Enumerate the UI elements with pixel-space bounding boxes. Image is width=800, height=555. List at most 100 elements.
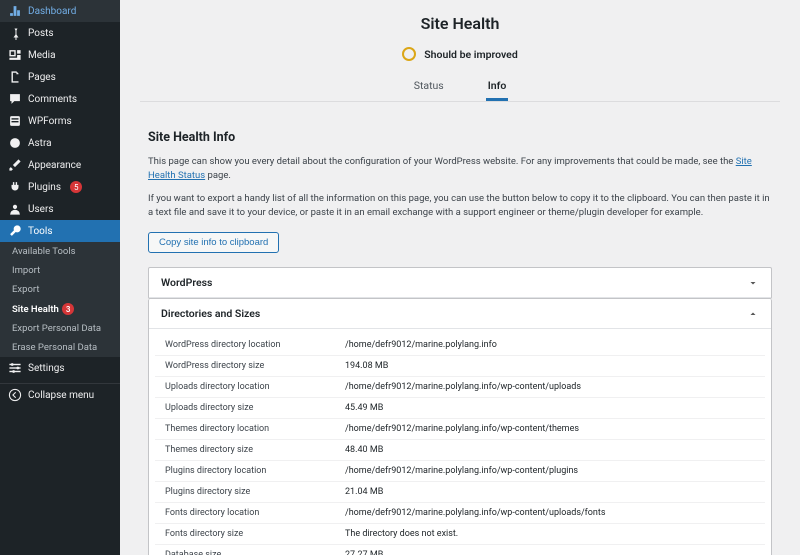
sidebar-item-label: Posts — [28, 28, 54, 39]
wpforms-icon — [8, 114, 22, 128]
status-indicator-icon — [402, 47, 416, 61]
user-icon — [8, 202, 22, 216]
collapse-icon — [8, 388, 22, 402]
info-value: 45.49 MB — [335, 398, 765, 419]
submenu-item[interactable]: Site Health3 — [0, 299, 120, 319]
info-value: /home/defr9012/marine.polylang.info — [335, 335, 765, 356]
media-icon — [8, 48, 22, 62]
tabs: Status Info — [140, 73, 780, 102]
sidebar-item-dashboard[interactable]: Dashboard — [0, 0, 120, 22]
accordion-header-directories[interactable]: Directories and Sizes — [149, 299, 771, 329]
sidebar-item-label: Astra — [28, 138, 52, 149]
tools-submenu: Available ToolsImportExportSite Health3E… — [0, 242, 120, 357]
table-row: Uploads directory location/home/defr9012… — [155, 377, 765, 398]
sidebar-item-label: Media — [28, 50, 56, 61]
main-content: Site Health Should be improved Status In… — [120, 0, 800, 555]
info-key: Themes directory location — [155, 419, 335, 440]
accordion-directories: Directories and Sizes WordPress director… — [148, 299, 772, 555]
submenu-item[interactable]: Erase Personal Data — [0, 338, 120, 357]
table-row: Fonts directory sizeThe directory does n… — [155, 524, 765, 545]
info-key: WordPress directory location — [155, 335, 335, 356]
sidebar-item-label: Plugins — [28, 182, 61, 193]
sidebar-item-label: Collapse menu — [28, 390, 94, 401]
sidebar-item-label: Appearance — [28, 160, 81, 171]
info-key: Fonts directory size — [155, 524, 335, 545]
sidebar-item-comments[interactable]: Comments — [0, 88, 120, 110]
sidebar-item-tools[interactable]: Tools — [0, 220, 120, 242]
status-label: Should be improved — [424, 48, 518, 61]
pin-icon — [8, 26, 22, 40]
info-key: Plugins directory size — [155, 482, 335, 503]
info-value: /home/defr9012/marine.polylang.info/wp-c… — [335, 461, 765, 482]
info-key: WordPress directory size — [155, 356, 335, 377]
sidebar-item-label: Pages — [28, 72, 56, 83]
info-value: /home/defr9012/marine.polylang.info/wp-c… — [335, 503, 765, 524]
table-row: WordPress directory location/home/defr90… — [155, 335, 765, 356]
sidebar-item-astra[interactable]: Astra — [0, 132, 120, 154]
info-value: The directory does not exist. — [335, 524, 765, 545]
sidebar-item-label: Users — [28, 204, 54, 215]
intro-paragraph-1: This page can show you every detail abou… — [148, 155, 772, 184]
table-row: Themes directory size48.40 MB — [155, 440, 765, 461]
sidebar-item-plugins[interactable]: Plugins 5 — [0, 176, 120, 198]
table-row: Uploads directory size45.49 MB — [155, 398, 765, 419]
sidebar-item-users[interactable]: Users — [0, 198, 120, 220]
sidebar-item-label: Comments — [28, 94, 77, 105]
info-key: Plugins directory location — [155, 461, 335, 482]
info-value: /home/defr9012/marine.polylang.info/wp-c… — [335, 377, 765, 398]
accordion-wordpress: WordPress — [148, 267, 772, 299]
sidebar-item-appearance[interactable]: Appearance — [0, 154, 120, 176]
dashboard-icon — [8, 4, 22, 18]
section-heading: Site Health Info — [148, 130, 772, 145]
content-body: Site Health Info This page can show you … — [140, 112, 780, 555]
sidebar-item-label: WPForms — [28, 116, 72, 127]
sidebar-item-collapse[interactable]: Collapse menu — [0, 383, 120, 406]
accordion-body-directories: WordPress directory location/home/defr90… — [149, 329, 771, 555]
sidebar-badge: 3 — [62, 303, 75, 315]
accordion-header-wordpress[interactable]: WordPress — [149, 268, 771, 298]
submenu-item[interactable]: Export — [0, 280, 120, 299]
sidebar-badge: 5 — [70, 181, 83, 193]
settings-icon — [8, 361, 22, 375]
submenu-item[interactable]: Export Personal Data — [0, 319, 120, 338]
sidebar-item-wpforms[interactable]: WPForms — [0, 110, 120, 132]
sidebar-item-label: Dashboard — [28, 6, 76, 17]
pages-icon — [8, 70, 22, 84]
tab-status[interactable]: Status — [412, 73, 446, 101]
plugin-icon — [8, 180, 22, 194]
site-health-status: Should be improved — [140, 47, 780, 61]
info-value: /home/defr9012/marine.polylang.info/wp-c… — [335, 419, 765, 440]
info-value: 194.08 MB — [335, 356, 765, 377]
submenu-item[interactable]: Available Tools — [0, 242, 120, 261]
table-row: Plugins directory size21.04 MB — [155, 482, 765, 503]
page-header: Site Health Should be improved Status In… — [140, 0, 780, 112]
table-row: Themes directory location/home/defr9012/… — [155, 419, 765, 440]
astra-icon — [8, 136, 22, 150]
sidebar-item-settings[interactable]: Settings — [0, 357, 120, 379]
info-key: Uploads directory size — [155, 398, 335, 419]
sidebar-item-posts[interactable]: Posts — [0, 22, 120, 44]
table-row: WordPress directory size194.08 MB — [155, 356, 765, 377]
tab-info[interactable]: Info — [486, 73, 509, 101]
sidebar-item-media[interactable]: Media — [0, 44, 120, 66]
sidebar-item-label: Settings — [28, 363, 65, 374]
info-value: 48.40 MB — [335, 440, 765, 461]
sidebar-item-pages[interactable]: Pages — [0, 66, 120, 88]
submenu-item[interactable]: Import — [0, 261, 120, 280]
page-title: Site Health — [140, 14, 780, 33]
directories-table: WordPress directory location/home/defr90… — [155, 335, 765, 555]
sidebar-item-label: Tools — [28, 226, 52, 237]
intro-paragraph-2: If you want to export a handy list of al… — [148, 192, 772, 221]
table-row: Plugins directory location/home/defr9012… — [155, 461, 765, 482]
wrench-icon — [8, 224, 22, 238]
copy-site-info-button[interactable]: Copy site info to clipboard — [148, 232, 279, 253]
info-key: Fonts directory location — [155, 503, 335, 524]
info-key: Database size — [155, 545, 335, 555]
info-value: 21.04 MB — [335, 482, 765, 503]
table-row: Database size27.27 MB — [155, 545, 765, 555]
info-key: Uploads directory location — [155, 377, 335, 398]
table-row: Fonts directory location/home/defr9012/m… — [155, 503, 765, 524]
comment-icon — [8, 92, 22, 106]
info-key: Themes directory size — [155, 440, 335, 461]
chevron-up-icon — [747, 308, 759, 320]
